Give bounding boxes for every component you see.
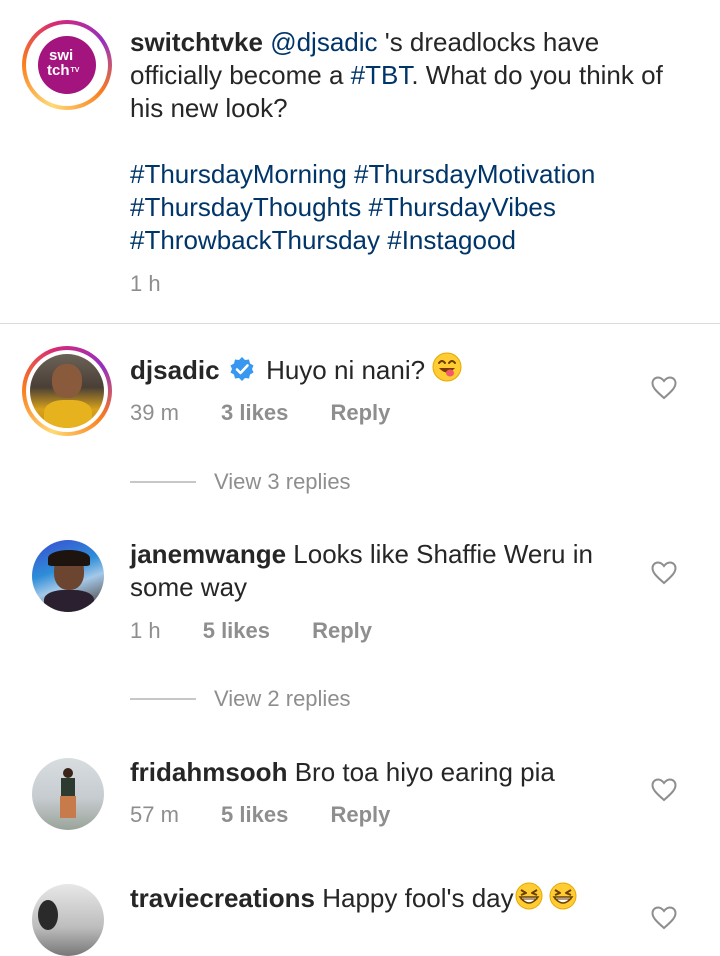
switch-logo-text: swi tchTV (47, 47, 80, 79)
avatar-story-ring[interactable]: swi tchTV (22, 20, 112, 110)
comment-body: janemwange Looks like Shaffie Weru in so… (130, 538, 630, 604)
hashtag-tbt[interactable]: #TBT (351, 60, 412, 90)
comment-text: Happy fool's day (322, 883, 514, 913)
hashtag-link[interactable]: #Instagood (387, 225, 516, 255)
comment-body: traviecreations Happy fool's day (130, 882, 650, 918)
smiling-face-with-tongue-icon (432, 352, 462, 390)
grinning-squinting-face-icon (548, 882, 578, 918)
likes-count[interactable]: 5 likes (203, 618, 270, 643)
heart-icon[interactable] (651, 906, 677, 930)
divider (0, 323, 720, 324)
likes-count[interactable]: 3 likes (221, 400, 288, 425)
hashtag-link[interactable]: #ThursdayThoughts (130, 192, 361, 222)
hashtag-link[interactable]: #ThursdayMorning (130, 159, 347, 189)
avatar[interactable] (32, 540, 104, 612)
hashtags: #ThursdayMorning #ThursdayMotivation #Th… (130, 158, 710, 257)
post-username[interactable]: switchtvke (130, 27, 263, 57)
view-replies-line (130, 481, 196, 483)
heart-icon[interactable] (651, 561, 677, 585)
comment-timestamp: 1 h (130, 618, 161, 643)
comment-timestamp: 57 m (130, 802, 179, 827)
comment-username[interactable]: fridahmsooh (130, 757, 287, 787)
grinning-squinting-face-icon (514, 882, 544, 918)
heart-icon[interactable] (651, 376, 677, 400)
post-caption: switchtvke @djsadic 's dreadlocks have o… (130, 26, 690, 125)
hashtag-link[interactable]: #ThursdayMotivation (354, 159, 595, 189)
post-timestamp: 1 h (130, 271, 161, 296)
comment-meta: 1 h 5 likes Reply (130, 618, 372, 644)
comment-username[interactable]: djsadic (130, 355, 220, 385)
comment-username[interactable]: janemwange (130, 539, 286, 569)
mention-link[interactable]: @djsadic (270, 27, 377, 57)
reply-button[interactable]: Reply (330, 802, 390, 827)
heart-icon[interactable] (651, 778, 677, 802)
view-replies-button[interactable]: View 2 replies (214, 686, 351, 712)
comment-meta: 39 m 3 likes Reply (130, 400, 390, 426)
reply-button[interactable]: Reply (312, 618, 372, 643)
comment-timestamp: 39 m (130, 400, 179, 425)
avatar: swi tchTV (30, 28, 104, 102)
hashtag-link[interactable]: #ThursdayVibes (368, 192, 555, 222)
comment-body: fridahmsooh Bro toa hiyo earing pia (130, 756, 630, 789)
comment-username[interactable]: traviecreations (130, 883, 315, 913)
avatar[interactable] (32, 758, 104, 830)
comment-meta: 57 m 5 likes Reply (130, 802, 390, 828)
likes-count[interactable]: 5 likes (221, 802, 288, 827)
avatar[interactable] (32, 884, 104, 956)
view-replies-line (130, 698, 196, 700)
reply-button[interactable]: Reply (330, 400, 390, 425)
view-replies-button[interactable]: View 3 replies (214, 469, 351, 495)
comment-text: Bro toa hiyo earing pia (294, 757, 555, 787)
hashtag-link[interactable]: #ThrowbackThursday (130, 225, 380, 255)
verified-badge-icon (229, 356, 255, 390)
comment-body: djsadic Huyo ni nani? (130, 352, 630, 390)
avatar (30, 354, 104, 428)
comment-text: Huyo ni nani? (266, 355, 426, 385)
avatar-story-ring[interactable] (22, 346, 112, 436)
